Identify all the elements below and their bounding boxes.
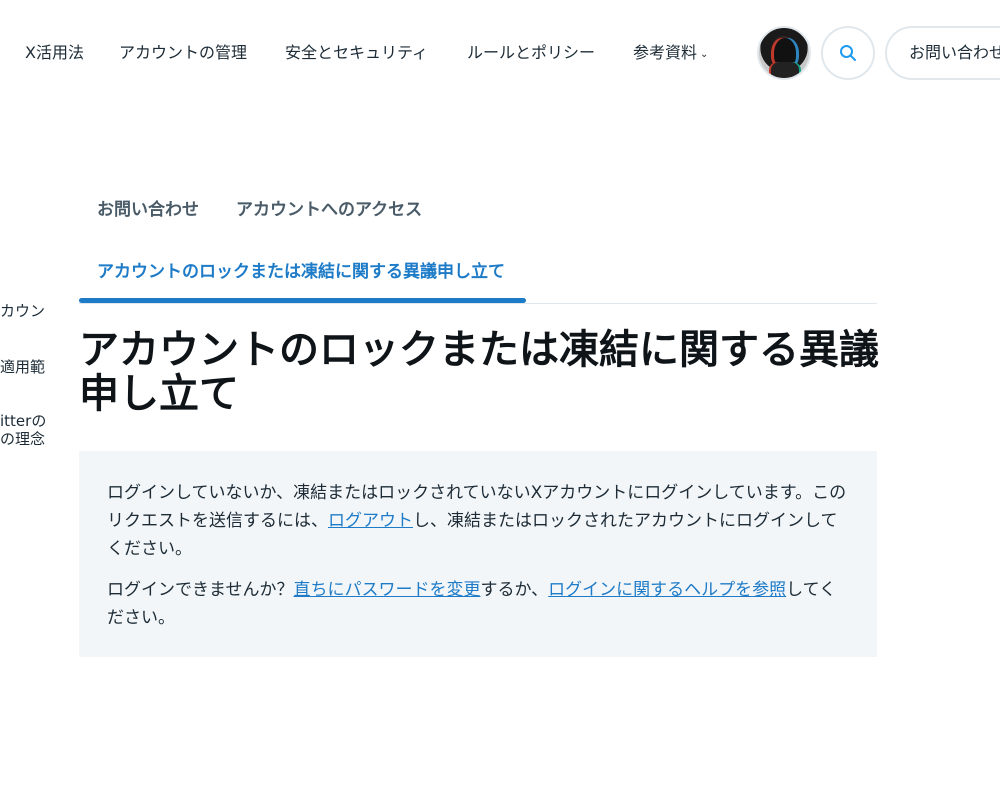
sidebar-item[interactable]: カウン	[0, 302, 45, 321]
contact-button-label: お問い合わせ	[909, 43, 1000, 62]
tab-label: アカウントのロックまたは凍結に関する異議申し立て	[97, 262, 505, 282]
tab-label: アカウントへのアクセス	[236, 200, 423, 220]
nav-item-safety-security[interactable]: 安全とセキュリティ	[285, 42, 428, 64]
nav-item-label: 安全とセキュリティ	[285, 43, 429, 62]
search-button[interactable]	[821, 26, 875, 80]
nav-item-rules-policies[interactable]: ルールとポリシー	[467, 42, 595, 64]
user-avatar[interactable]	[757, 26, 811, 80]
nav-item-label: アカウントの管理	[119, 43, 248, 62]
sidebar-item-label: 適用範	[0, 358, 46, 376]
sidebar-item[interactable]: 適用範	[0, 358, 45, 377]
notice-paragraph-help: ログインできませんか？直ちにパスワードを変更するか、ログインに関するヘルプを参照…	[107, 576, 849, 632]
notice-text: するか、	[480, 580, 549, 600]
login-help-link[interactable]: ログインに関するヘルプを参照	[548, 580, 786, 600]
sidebar-item-label: itterの	[0, 412, 47, 430]
tab-divider	[79, 303, 877, 304]
notice-text: ログインできませんか？	[107, 580, 294, 600]
search-icon	[840, 45, 856, 61]
nav-item-label: X活用法	[25, 43, 84, 62]
nav-item-resources[interactable]: 参考資料 ⌄	[633, 42, 708, 67]
tab-account-access[interactable]: アカウントへのアクセス	[236, 199, 422, 221]
chevron-down-icon: ⌄	[700, 49, 709, 60]
change-password-link[interactable]: 直ちにパスワードを変更	[294, 580, 481, 600]
sidebar-item-label: カウン	[0, 302, 46, 320]
sidebar-item[interactable]: itterの	[0, 412, 46, 431]
contact-button[interactable]: お問い合わせ	[885, 26, 1000, 80]
top-navigation: X活用法 アカウントの管理 安全とセキュリティ ルールとポリシー 参考資料 ⌄ お…	[0, 0, 1000, 108]
page-title: アカウントのロックまたは凍結に関する異議申し立て	[79, 327, 879, 417]
sidebar-item-label: の理念	[0, 430, 46, 448]
nav-item-x-usage[interactable]: X活用法	[25, 42, 84, 64]
notice-box: ログインしていないか、凍結またはロックされていないXアカウントにログインしていま…	[79, 451, 877, 657]
avatar-figure-body	[771, 62, 799, 78]
notice-paragraph-logout: ログインしていないか、凍結またはロックされていないXアカウントにログインしていま…	[107, 479, 849, 563]
logout-link[interactable]: ログアウト	[328, 511, 413, 531]
nav-item-label: ルールとポリシー	[467, 43, 596, 62]
tab-appeal-lock-suspension[interactable]: アカウントのロックまたは凍結に関する異議申し立て	[97, 261, 505, 283]
nav-item-label: 参考資料	[633, 43, 698, 62]
tab-contact[interactable]: お問い合わせ	[97, 199, 199, 221]
nav-item-account-management[interactable]: アカウントの管理	[119, 42, 247, 64]
tab-label: お問い合わせ	[97, 200, 199, 220]
sidebar-item[interactable]: の理念	[0, 430, 45, 449]
